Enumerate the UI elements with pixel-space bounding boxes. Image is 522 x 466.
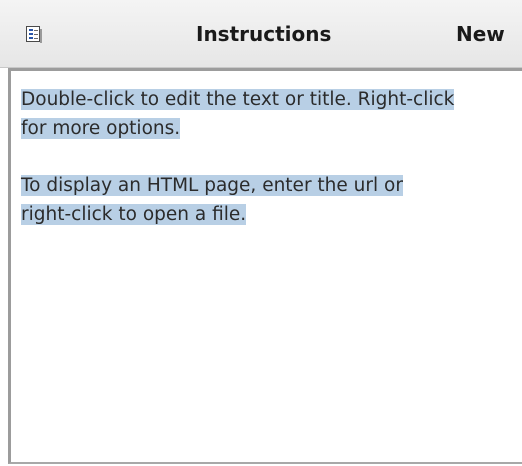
paragraph-html-hint: To display an HTML page, enter the url o… — [21, 171, 521, 229]
text-line: Double-click to edit the text or title. … — [21, 89, 455, 110]
new-button[interactable]: New — [456, 22, 505, 46]
text-line: To display an HTML page, enter the url o… — [21, 175, 403, 196]
paragraph-edit-hint: Double-click to edit the text or title. … — [21, 85, 521, 143]
instructions-panel: Instructions New Double-click to edit th… — [0, 0, 522, 466]
text-line: right-click to open a file. — [21, 204, 247, 225]
text-line: for more options. — [21, 118, 181, 139]
text-editor-area[interactable]: Double-click to edit the text or title. … — [8, 68, 522, 464]
instructions-text[interactable]: Double-click to edit the text or title. … — [21, 85, 521, 257]
panel-title[interactable]: Instructions — [196, 22, 331, 46]
panel-header[interactable]: Instructions New — [0, 0, 522, 68]
document-icon[interactable] — [26, 26, 42, 43]
